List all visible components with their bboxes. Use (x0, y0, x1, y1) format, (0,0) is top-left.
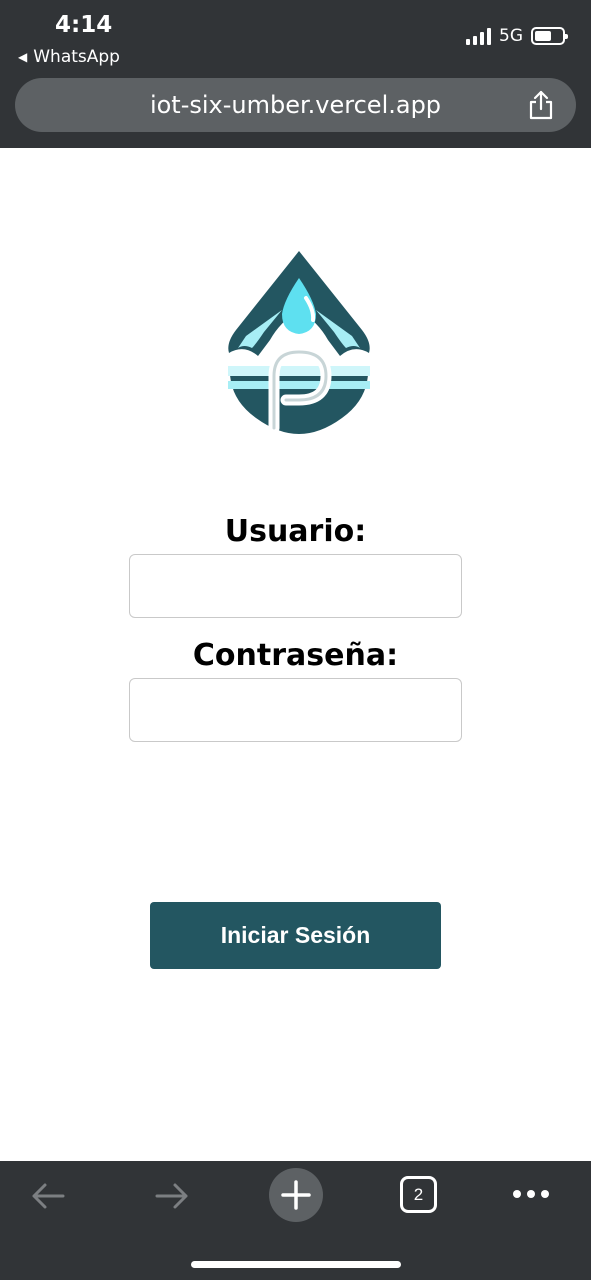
back-arrow-icon[interactable] (30, 1181, 66, 1211)
status-indicators: 5G (466, 26, 568, 46)
app-logo-icon (228, 251, 370, 434)
status-time: 4:14 (55, 12, 113, 38)
browser-top-bar: 4:14 ◀ WhatsApp 5G iot-six-umber.vercel.… (0, 0, 591, 148)
home-indicator (191, 1261, 401, 1268)
more-icon[interactable] (512, 1189, 550, 1199)
share-icon[interactable] (526, 89, 556, 121)
forward-arrow-icon[interactable] (154, 1181, 190, 1211)
password-label: Contraseña: (192, 638, 399, 673)
tabs-icon[interactable]: 2 (400, 1176, 437, 1213)
new-tab-plus-icon[interactable] (268, 1167, 324, 1223)
login-button[interactable]: Iniciar Sesión (150, 902, 441, 969)
password-input[interactable] (129, 678, 462, 742)
address-bar[interactable]: iot-six-umber.vercel.app (15, 78, 576, 132)
battery-icon (531, 27, 568, 45)
username-input[interactable] (129, 554, 462, 618)
back-to-app-link[interactable]: ◀ WhatsApp (18, 47, 120, 67)
network-label: 5G (499, 26, 523, 46)
signal-icon (466, 27, 491, 45)
back-triangle-icon: ◀ (18, 50, 28, 64)
username-label: Usuario: (224, 514, 367, 549)
url-text: iot-six-umber.vercel.app (149, 91, 442, 119)
back-app-label: WhatsApp (33, 47, 120, 67)
